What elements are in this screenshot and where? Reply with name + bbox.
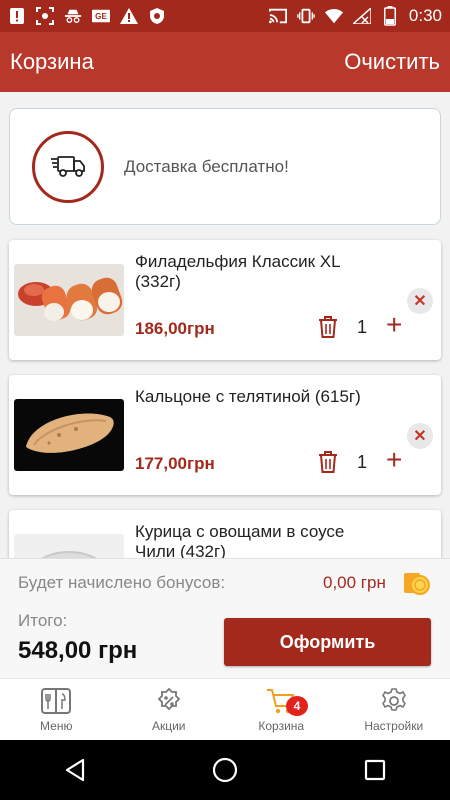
page-title: Корзина [10,49,94,74]
trash-icon [319,451,337,473]
remove-item-button[interactable]: ✕ [407,288,433,314]
menu-book-icon [41,687,72,715]
item-quantity: 1 [357,317,368,337]
increase-quantity-button[interactable]: + [386,310,402,340]
delivery-card: Доставка бесплатно! [9,108,441,225]
back-triangle-icon [65,758,85,782]
back-button[interactable] [50,745,100,795]
home-circle-icon [212,757,238,783]
status-right-icons: 0:30 [268,6,442,26]
nav-item-cart[interactable]: 4 Корзина [225,679,338,740]
increase-quantity-button[interactable]: + [386,445,402,475]
vibrate-icon [297,7,315,25]
bonus-coin-icon [403,569,431,597]
nav-label-menu: Меню [40,719,73,733]
cart-item: Кальцоне с телятиной (615г) 177,00грн 1 … [9,375,441,495]
status-bar: GE 0:30 [0,0,450,32]
ge-icon: GE [92,7,110,25]
wifi-icon [324,7,343,25]
system-navigation-bar [0,740,450,800]
nav-item-settings[interactable]: Настройки [338,679,450,740]
item-price: 186,00грн [135,319,215,338]
cart-content[interactable]: Доставка бесплатно! Филадельфия Классик … [0,92,450,558]
shield-icon [148,7,166,25]
nav-item-menu[interactable]: Меню [0,679,113,740]
nav-label-cart: Корзина [258,719,305,733]
recents-square-icon [364,759,386,781]
clear-cart-button[interactable]: Очистить [344,49,440,75]
cast-icon [268,7,287,25]
item-name: Курица с овощами в соусе Чили (432г) [135,522,345,558]
status-time: 0:30 [408,6,442,25]
item-image-philadelphia [14,264,124,336]
gear-icon [379,687,409,715]
total-value: 548,00 грн [18,637,138,664]
item-image-calzone [14,399,124,471]
svg-text:GE: GE [95,12,107,21]
delivery-truck-badge [32,130,104,203]
trash-icon [319,316,337,338]
alert-icon [8,7,26,25]
item-quantity: 1 [357,452,368,472]
home-button[interactable] [200,745,250,795]
total-label: Итого: [18,611,68,630]
delete-item-button[interactable] [317,450,339,474]
item-image-chicken [14,534,124,558]
cart-count-badge: 4 [286,696,308,716]
nav-label-promotions: Акции [151,719,186,733]
discount-icon [154,687,184,715]
item-name: Кальцоне с телятиной (615г) [135,387,361,406]
delivery-truck-icon [51,155,85,177]
nav-label-settings: Настройки [364,719,424,733]
app-bar: Корзина Очистить [0,32,450,92]
order-summary: Будет начислено бонусов: 0,00 грн Итого:… [0,558,450,678]
bonus-label: Будет начислено бонусов: [18,573,226,592]
recents-button[interactable] [350,745,400,795]
status-left-icons: GE [8,7,166,25]
screenshot-icon [36,7,54,25]
bonus-value: 0,00 грн [323,573,386,592]
close-icon: ✕ [413,428,427,445]
incognito-icon [64,7,82,25]
delivery-text: Доставка бесплатно! [124,156,289,176]
checkout-button[interactable]: Оформить [224,618,431,666]
item-price: 177,00грн [135,454,215,473]
close-icon: ✕ [413,293,427,310]
battery-icon [381,6,399,26]
nav-item-promotions[interactable]: Акции [113,679,226,740]
cart-item: Курица с овощами в соусе Чили (432г) [9,510,441,558]
warning-icon [120,7,138,25]
item-name: Филадельфия Классик XL (332г) [135,252,340,291]
delete-item-button[interactable] [317,315,339,339]
cart-item: Филадельфия Классик XL (332г) 186,00грн … [9,240,441,360]
remove-item-button[interactable]: ✕ [407,423,433,449]
no-sim-icon [352,7,371,25]
bottom-nav: Меню Акции 4 Корзина Настройки [0,678,450,740]
